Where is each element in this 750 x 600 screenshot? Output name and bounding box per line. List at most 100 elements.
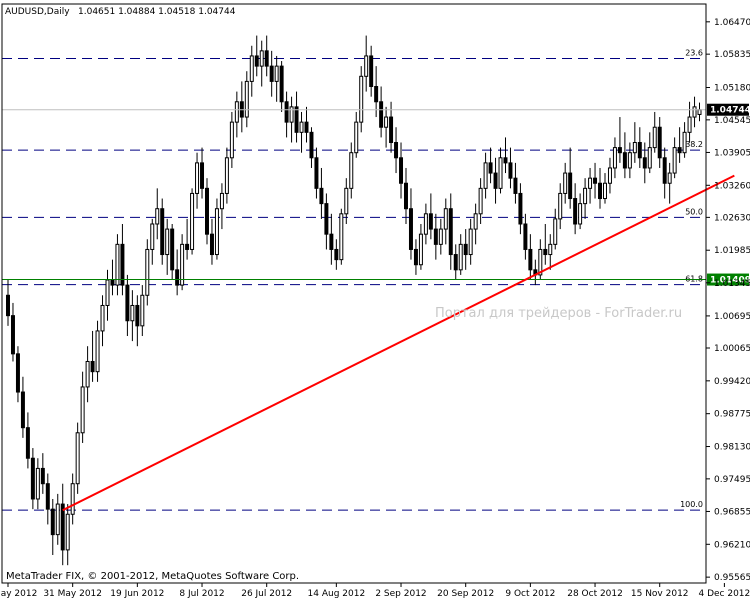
candle-body	[364, 55, 369, 77]
candle-body	[413, 248, 418, 266]
candle-body	[110, 279, 115, 286]
candle-body	[254, 55, 259, 67]
candle-body	[105, 279, 110, 306]
y-tick-label: 0.95565	[714, 573, 750, 583]
candle-body	[349, 152, 354, 189]
candle-body	[329, 233, 334, 250]
candle-body	[399, 157, 404, 184]
fib-label: 100.0	[680, 500, 703, 509]
candle-body	[95, 330, 100, 373]
candle-body	[249, 55, 254, 82]
candle-body	[493, 172, 498, 189]
candle-body	[284, 101, 289, 123]
candle-body	[553, 218, 558, 245]
candle-body	[15, 353, 20, 393]
candle-body	[404, 182, 408, 210]
candle-body	[165, 228, 170, 256]
candle-body	[518, 192, 523, 225]
candle-body	[647, 147, 652, 169]
candle-body	[423, 213, 428, 235]
candle-body	[617, 147, 622, 154]
y-tick-label: 1.04545	[714, 116, 750, 126]
candle-body	[602, 182, 607, 200]
candle-body	[558, 192, 563, 220]
candle-body	[389, 116, 394, 144]
x-tick-label: 28 Oct 2012	[567, 589, 623, 599]
price-chart: 23.638.250.061.8100.0 1.047441.01409 1.0…	[0, 0, 750, 600]
candle-body	[55, 503, 60, 536]
candle-body	[130, 304, 135, 322]
candle-body	[160, 208, 165, 256]
fib-label: 50.0	[685, 207, 703, 216]
x-tick-label: 2 Sep 2012	[375, 589, 426, 599]
candle-body	[60, 503, 65, 551]
x-tick-label: 31 May 2012	[43, 589, 102, 599]
candle-body	[234, 101, 239, 123]
y-tick-label: 1.05835	[714, 50, 750, 60]
candle-body	[453, 254, 458, 271]
y-tick-label: 1.05180	[714, 84, 750, 94]
candle-body	[607, 167, 612, 184]
candle-body	[180, 243, 185, 286]
fib-label: 23.6	[685, 48, 703, 57]
candle-body	[563, 172, 568, 194]
candle-body	[40, 467, 45, 485]
candle-body	[339, 213, 344, 261]
candle-body	[65, 513, 70, 551]
candle-body	[473, 213, 478, 230]
candle-body	[190, 192, 195, 250]
candle-body	[70, 483, 75, 515]
candle-body	[433, 228, 438, 245]
candle-body	[523, 223, 528, 250]
candle-body	[205, 187, 209, 235]
candle-body	[478, 187, 483, 215]
candle-body	[334, 248, 339, 261]
candle-body	[100, 304, 105, 332]
candle-body	[294, 106, 299, 133]
candle-body	[543, 248, 548, 256]
candle-body	[593, 177, 598, 184]
ohlc-header: 1.04651 1.04884 1.04518 1.04744	[78, 7, 236, 17]
candle-body	[622, 152, 627, 169]
candle-body	[627, 152, 632, 169]
candle-body	[185, 243, 190, 250]
candle-body	[30, 457, 35, 500]
candle-body	[50, 508, 55, 536]
x-tick-label: 9 Oct 2012	[505, 589, 555, 599]
candle-body	[150, 223, 155, 250]
candle-body	[314, 157, 319, 189]
candle-body	[418, 233, 423, 266]
candle-body	[20, 391, 25, 429]
candle-body	[85, 360, 90, 388]
candle-body	[662, 157, 667, 184]
candle-body	[344, 187, 349, 215]
candle-body	[642, 157, 647, 169]
candle-body	[324, 203, 329, 235]
candle-body	[677, 147, 682, 154]
candle-body	[443, 208, 448, 230]
candle-body	[458, 243, 463, 271]
candle-body	[219, 192, 224, 210]
candle-body	[209, 233, 214, 256]
candle-body	[568, 172, 573, 200]
candle-body	[583, 187, 588, 205]
candle-body	[528, 248, 533, 271]
y-tick-label: 1.01345	[714, 279, 750, 289]
candle-body	[503, 157, 508, 164]
candle-body	[359, 75, 364, 123]
fib-label: 38.2	[685, 140, 703, 149]
candle-body	[125, 284, 130, 322]
x-tick-label: 4 Dec 2012	[698, 589, 750, 599]
candle-body	[90, 360, 95, 373]
y-tick-label: 0.96855	[714, 507, 750, 517]
current-price-label: 1.04744	[710, 106, 750, 116]
candle-body	[483, 162, 488, 189]
candle-body	[667, 172, 672, 184]
candle-body	[697, 109, 702, 115]
y-tick-label: 0.98775	[714, 410, 750, 420]
candle-body	[637, 142, 642, 159]
x-tick-label: 8 Jul 2012	[179, 589, 224, 599]
x-tick-label: 19 Jun 2012	[110, 589, 164, 599]
candle-body	[438, 228, 443, 245]
candle-body	[448, 208, 453, 256]
